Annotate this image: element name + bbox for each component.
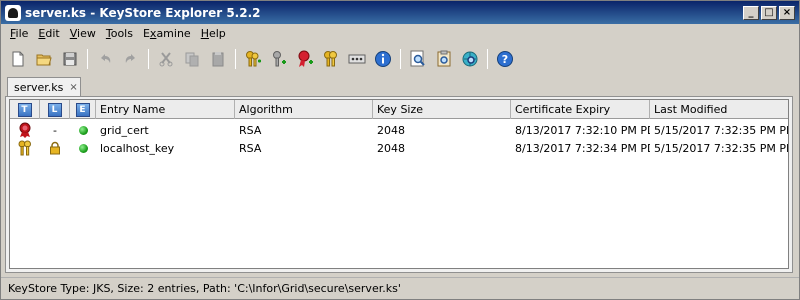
generate-key-pair-icon[interactable] xyxy=(242,48,264,70)
status-ok-icon xyxy=(78,125,88,135)
menu-bar: File Edit View Tools Examine Help xyxy=(1,24,799,43)
type-column-icon: T xyxy=(17,102,32,117)
toolbar-separator xyxy=(235,49,236,69)
expiry-status-cell xyxy=(70,140,96,156)
title-bar[interactable]: server.ks - KeyStore Explorer 5.2.2 _ □ … xyxy=(1,1,799,24)
expiry-column-icon: E xyxy=(75,102,90,117)
certificate-expiry: 8/13/2017 7:32:10 PM PDT xyxy=(515,123,650,137)
column-header-expiry-status[interactable]: E xyxy=(70,100,96,119)
maximize-button[interactable]: □ xyxy=(761,5,777,20)
paste-icon[interactable] xyxy=(207,48,229,70)
table-header: T L E Entry Name Algorithm Key Size Cert… xyxy=(10,100,788,119)
column-header-last-modified[interactable]: Last Modified xyxy=(650,100,788,119)
set-password-icon[interactable] xyxy=(346,48,368,70)
keystore-properties-icon[interactable] xyxy=(372,48,394,70)
svg-text:?: ? xyxy=(502,53,508,66)
key-size: 2048 xyxy=(377,123,405,137)
tab-server-ks[interactable]: server.ks × xyxy=(7,77,81,97)
entry-name: localhost_key xyxy=(100,141,175,155)
lock-column-icon: L xyxy=(47,102,62,117)
expiry-status-cell xyxy=(70,122,96,138)
tab-label: server.ks xyxy=(14,81,64,94)
minimize-button[interactable]: _ xyxy=(743,5,759,20)
key-pair-icon xyxy=(10,140,40,156)
copy-icon[interactable] xyxy=(181,48,203,70)
toolbar-separator xyxy=(87,49,88,69)
menu-help[interactable]: Help xyxy=(196,27,231,40)
help-icon[interactable]: ? xyxy=(494,48,516,70)
open-folder-icon[interactable] xyxy=(33,48,55,70)
window-title: server.ks - KeyStore Explorer 5.2.2 xyxy=(25,5,261,20)
examine-file-icon[interactable] xyxy=(407,48,429,70)
redo-icon[interactable] xyxy=(120,48,142,70)
table-row[interactable]: - grid_cert RSA 2048 8/13/2017 7:32:10 P… xyxy=(10,122,788,138)
toolbar-separator xyxy=(400,49,401,69)
cut-icon[interactable] xyxy=(155,48,177,70)
last-modified: 5/15/2017 7:32:35 PM PDT xyxy=(654,123,788,137)
toolbar-separator xyxy=(487,49,488,69)
lock-status: - xyxy=(53,123,57,137)
toolbar: ? xyxy=(1,45,799,73)
status-ok-icon xyxy=(78,143,88,153)
column-header-algorithm[interactable]: Algorithm xyxy=(235,100,373,119)
column-header-entry-name[interactable]: Entry Name xyxy=(96,100,235,119)
undo-icon[interactable] xyxy=(94,48,116,70)
menu-tools[interactable]: Tools xyxy=(101,27,138,40)
menu-view[interactable]: View xyxy=(65,27,101,40)
tab-close-icon[interactable]: × xyxy=(69,82,77,93)
generate-secret-key-icon[interactable] xyxy=(268,48,290,70)
entry-name: grid_cert xyxy=(100,123,149,137)
menu-edit[interactable]: Edit xyxy=(33,27,64,40)
certificate-icon xyxy=(10,122,40,138)
padlock-icon xyxy=(40,140,70,156)
examine-clipboard-icon[interactable] xyxy=(433,48,455,70)
column-header-certificate-expiry[interactable]: Certificate Expiry xyxy=(511,100,650,119)
app-logo-icon xyxy=(5,4,21,21)
column-header-key-size[interactable]: Key Size xyxy=(373,100,511,119)
examine-ssl-icon[interactable] xyxy=(459,48,481,70)
menu-file[interactable]: File xyxy=(5,27,33,40)
certificate-expiry: 8/13/2017 7:32:34 PM PDT xyxy=(515,141,650,155)
close-button[interactable]: × xyxy=(779,5,795,20)
keystore-entries-table[interactable]: T L E Entry Name Algorithm Key Size Cert… xyxy=(9,99,789,269)
key-size: 2048 xyxy=(377,141,405,155)
status-bar: KeyStore Type: JKS, Size: 2 entries, Pat… xyxy=(1,277,799,299)
column-header-type[interactable]: T xyxy=(10,100,40,119)
algorithm: RSA xyxy=(239,141,262,155)
toolbar-separator xyxy=(148,49,149,69)
menu-examine[interactable]: Examine xyxy=(138,27,196,40)
import-trusted-certificate-icon[interactable] xyxy=(294,48,316,70)
save-icon[interactable] xyxy=(59,48,81,70)
app-window: server.ks - KeyStore Explorer 5.2.2 _ □ … xyxy=(0,0,800,300)
import-key-pair-icon[interactable] xyxy=(320,48,342,70)
column-header-lock[interactable]: L xyxy=(40,100,70,119)
last-modified: 5/15/2017 7:32:35 PM PDT xyxy=(654,141,788,155)
table-row[interactable]: localhost_key RSA 2048 8/13/2017 7:32:34… xyxy=(10,140,788,156)
algorithm: RSA xyxy=(239,123,262,137)
new-file-icon[interactable] xyxy=(7,48,29,70)
